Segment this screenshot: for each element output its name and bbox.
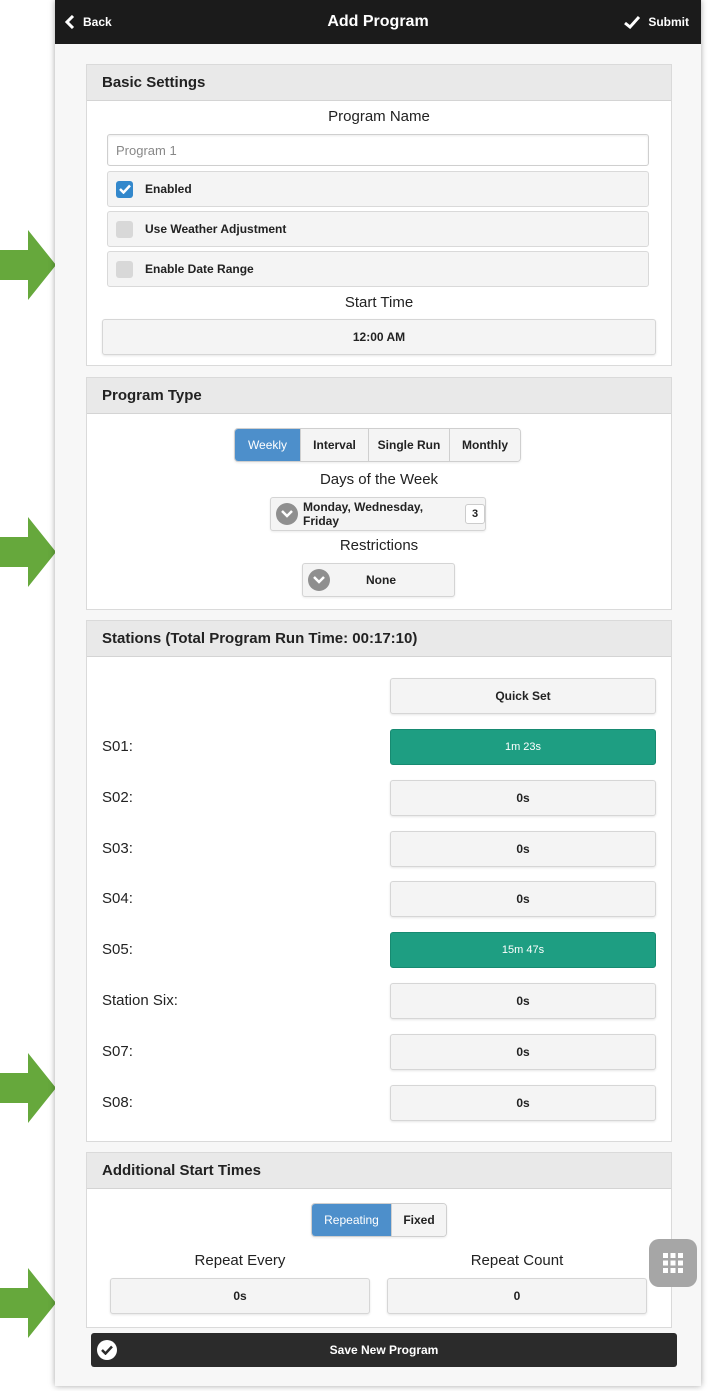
date-range-checkbox[interactable]: Enable Date Range	[107, 251, 649, 287]
submit-button[interactable]: Submit	[624, 0, 689, 44]
tab-fixed[interactable]: Fixed	[392, 1204, 446, 1236]
program-name-label: Program Name	[328, 108, 430, 125]
station-duration-button[interactable]: 0s	[390, 1034, 656, 1070]
additional-start-times-title: Additional Start Times	[87, 1153, 671, 1189]
days-count-badge: 3	[465, 504, 485, 524]
station-duration-button[interactable]: 0s	[390, 831, 656, 867]
additional-start-times-card: Additional Start Times Repeating Fixed R…	[86, 1152, 672, 1328]
station-duration-button[interactable]: 0s	[390, 983, 656, 1019]
basic-settings-title: Basic Settings	[87, 65, 671, 101]
date-range-label: Enable Date Range	[145, 262, 254, 276]
program-type-tabs: Weekly Interval Single Run Monthly	[234, 428, 521, 462]
start-times-mode-tabs: Repeating Fixed	[311, 1203, 447, 1237]
grid-menu-icon	[663, 1253, 683, 1273]
enabled-checkbox[interactable]: Enabled	[107, 171, 649, 207]
days-of-week-select[interactable]: Monday, Wednesday, Friday 3	[270, 497, 486, 531]
restrictions-value: None	[366, 573, 396, 587]
tab-interval[interactable]: Interval	[301, 429, 369, 461]
stations-title: Stations (Total Program Run Time: 00:17:…	[87, 621, 671, 657]
tab-single-run[interactable]: Single Run	[369, 429, 450, 461]
annotation-arrow-icon	[0, 1268, 56, 1338]
station-label: S02:	[102, 789, 133, 806]
station-duration-button[interactable]: 0s	[390, 1085, 656, 1121]
quick-set-button[interactable]: Quick Set	[390, 678, 656, 714]
check-icon	[97, 1340, 117, 1360]
checkbox-checked-icon	[116, 180, 133, 198]
station-label: S07:	[102, 1043, 133, 1060]
days-of-week-value: Monday, Wednesday, Friday	[303, 500, 424, 528]
station-label: S05:	[102, 941, 133, 958]
repeat-count-button[interactable]: 0	[387, 1278, 647, 1314]
restrictions-select[interactable]: None	[302, 563, 455, 597]
checkbox-unchecked-icon	[116, 220, 133, 238]
submit-label: Submit	[648, 15, 689, 29]
program-type-title: Program Type	[87, 378, 671, 414]
station-duration-button[interactable]: 0s	[390, 780, 656, 816]
annotation-arrow-icon	[0, 1053, 56, 1123]
program-name-input[interactable]	[107, 134, 649, 166]
header-bar: Back Add Program Submit	[55, 0, 701, 44]
app-frame: Back Add Program Submit Basic Settings P…	[55, 0, 701, 1386]
chevron-down-icon	[308, 569, 330, 591]
check-icon	[624, 15, 641, 29]
repeat-every-button[interactable]: 0s	[110, 1278, 370, 1314]
save-label: Save New Program	[329, 1343, 439, 1357]
annotation-arrow-icon	[0, 230, 56, 300]
basic-settings-card: Basic Settings Program Name Enabled Use …	[86, 64, 672, 366]
restrictions-label: Restrictions	[339, 537, 419, 554]
checkbox-unchecked-icon	[116, 260, 133, 278]
tab-weekly[interactable]: Weekly	[235, 429, 301, 461]
station-label: S01:	[102, 738, 133, 755]
annotation-arrow-icon	[0, 517, 56, 587]
station-label: S08:	[102, 1094, 133, 1111]
page-title: Add Program	[327, 13, 429, 30]
station-duration-button[interactable]: 1m 23s	[390, 729, 656, 765]
weather-adjustment-label: Use Weather Adjustment	[145, 222, 287, 236]
program-type-card: Program Type Weekly Interval Single Run …	[86, 377, 672, 610]
tab-monthly[interactable]: Monthly	[450, 429, 520, 461]
station-duration-button[interactable]: 0s	[390, 881, 656, 917]
station-duration-button[interactable]: 15m 47s	[390, 932, 656, 968]
weather-adjustment-checkbox[interactable]: Use Weather Adjustment	[107, 211, 649, 247]
start-time-button[interactable]: 12:00 AM	[102, 319, 656, 355]
stations-card: Stations (Total Program Run Time: 00:17:…	[86, 620, 672, 1142]
station-label: S04:	[102, 890, 133, 907]
save-new-program-button[interactable]: Save New Program	[91, 1333, 677, 1367]
grid-menu-button[interactable]	[649, 1239, 697, 1287]
station-label: Station Six:	[102, 992, 178, 1009]
station-label: S03:	[102, 840, 133, 857]
repeat-every-label: Repeat Every	[194, 1252, 286, 1269]
tab-repeating[interactable]: Repeating	[312, 1204, 392, 1236]
start-time-label: Start Time	[344, 294, 414, 311]
enabled-label: Enabled	[145, 182, 192, 196]
repeat-count-label: Repeat Count	[470, 1252, 564, 1269]
chevron-down-icon	[276, 503, 298, 525]
days-of-week-label: Days of the Week	[319, 471, 439, 488]
